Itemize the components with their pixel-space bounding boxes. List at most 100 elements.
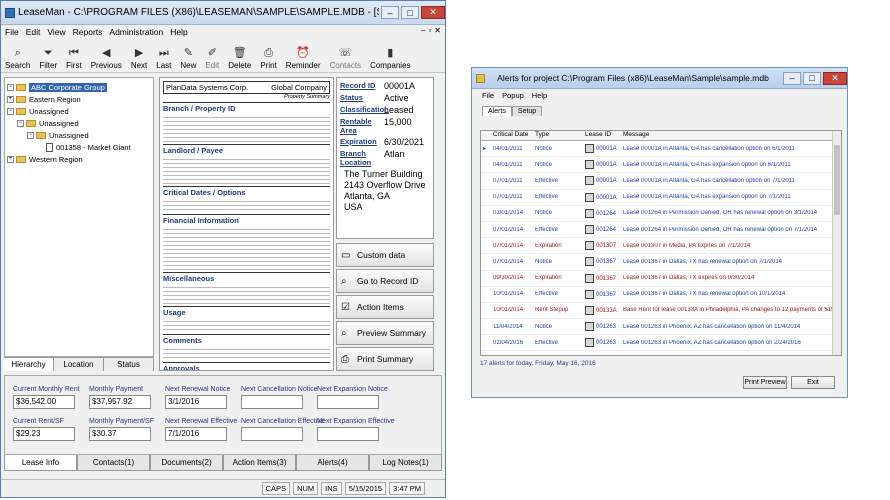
field-value-next-renewal-effective[interactable]: 7/1/2016 bbox=[165, 427, 227, 441]
table-row[interactable]: 11/04/2014 Notice 001263 Lease 001263 in Ph… bbox=[481, 319, 841, 336]
next-button[interactable]: ▶ Next bbox=[131, 46, 147, 70]
expand-icon[interactable]: − bbox=[7, 83, 14, 91]
contacts-button[interactable]: ☏ Contacts bbox=[329, 46, 361, 70]
tab-location[interactable]: Location bbox=[54, 358, 104, 371]
field-value-next-expansion-effective[interactable] bbox=[317, 427, 379, 441]
custom-data-button[interactable]: ▭ Custom data bbox=[336, 243, 434, 267]
menu-file[interactable]: File bbox=[5, 27, 19, 37]
menu-edit[interactable]: Edit bbox=[26, 27, 41, 37]
tab-lease-info[interactable]: Lease Info bbox=[4, 455, 77, 471]
table-row[interactable]: 10/01/2014 Effective 001367 Lease 001367 in… bbox=[481, 287, 841, 303]
preview-summary-button[interactable]: ⌕ Preview Summary bbox=[336, 321, 434, 345]
hierarchy-tree[interactable]: − ABC Corporate Group + Eastern Region − Unas… bbox=[4, 77, 154, 357]
tab-log-notes-1[interactable]: Log Notes(1) bbox=[369, 455, 442, 471]
table-row[interactable]: 07/01/2014 Effective 001264 Lease 001264 in… bbox=[481, 222, 841, 239]
alerts-menu-help[interactable]: Help bbox=[532, 91, 547, 100]
tab-status[interactable]: Status bbox=[104, 358, 154, 371]
print-summary-button[interactable]: ⎙ Print Summary bbox=[336, 347, 434, 371]
alerts-minimize-button[interactable]: – bbox=[783, 71, 801, 85]
mdi-minimize-icon[interactable]: – bbox=[421, 26, 425, 35]
mdi-close-icon[interactable]: ✕ bbox=[434, 26, 441, 35]
menu-help[interactable]: Help bbox=[170, 27, 187, 37]
alerts-tab-alerts[interactable]: Alerts bbox=[482, 106, 512, 116]
menu-reports[interactable]: Reports bbox=[73, 27, 103, 37]
tree-node[interactable]: − ABC Corporate Group bbox=[7, 81, 151, 93]
search-button[interactable]: ⌕ Search bbox=[5, 46, 30, 70]
alerts-close-button[interactable]: ✕ bbox=[823, 71, 847, 85]
field-value-next-renewal-notice[interactable]: 3/1/2016 bbox=[165, 395, 227, 409]
tree-node[interactable]: 001358 - Market Giant bbox=[7, 141, 151, 153]
table-row[interactable]: 03/01/2014 Notice 001264 Lease 001264 in Pe… bbox=[481, 206, 841, 222]
expand-icon[interactable]: − bbox=[7, 107, 14, 115]
field-value-current-rent-sf[interactable]: $29.23 bbox=[13, 427, 75, 441]
alerts-scrollbar[interactable] bbox=[832, 131, 841, 355]
branch-location-label[interactable]: Branch Location bbox=[340, 149, 384, 167]
first-button[interactable]: ⏮ First bbox=[66, 46, 82, 70]
table-row[interactable]: 04/01/2011 Notice 00001A Lease 00001A in At… bbox=[481, 157, 841, 174]
rentable-area-label[interactable]: Rentable Area bbox=[340, 117, 384, 135]
tree-node[interactable]: − Unassigned bbox=[7, 117, 151, 129]
table-row[interactable]: 09/30/2014 Expiration 001367 Lease 001367 i… bbox=[481, 271, 841, 287]
column-header-critical-date[interactable]: Critical Date bbox=[491, 131, 533, 140]
print-preview-button[interactable]: Print Preview bbox=[743, 376, 787, 389]
alerts-maximize-button[interactable]: □ bbox=[803, 71, 821, 85]
field-value-monthly-payment-sf[interactable]: $30.37 bbox=[89, 427, 151, 441]
column-header-message[interactable]: Message bbox=[621, 131, 841, 140]
expand-icon[interactable]: − bbox=[27, 131, 34, 139]
tree-node[interactable]: + Western Region bbox=[7, 153, 151, 165]
record-id-label[interactable]: Record ID bbox=[340, 81, 384, 91]
expiration-label[interactable]: Expiration bbox=[340, 137, 384, 147]
tree-node[interactable]: + Eastern Region bbox=[7, 93, 151, 105]
alerts-buttons: Print Preview Exit bbox=[743, 376, 835, 389]
expand-icon[interactable]: + bbox=[7, 155, 14, 163]
field-value-monthly-payment[interactable]: $37,957.92 bbox=[89, 395, 151, 409]
field-value-next-cancellation-notice[interactable] bbox=[241, 395, 303, 409]
mdi-restore-icon[interactable]: ▫ bbox=[428, 26, 431, 35]
exit-button[interactable]: Exit bbox=[791, 376, 835, 389]
print-button[interactable]: ⎙ Print bbox=[260, 46, 276, 70]
go-to-record-id-button[interactable]: ⌕ Go to Record ID bbox=[336, 269, 434, 293]
tab-action-items-3[interactable]: Action Items(3) bbox=[223, 455, 296, 471]
last-button[interactable]: ⏭ Last bbox=[156, 46, 171, 70]
previous-button[interactable]: ◀ Previous bbox=[91, 46, 122, 70]
action-items-button[interactable]: ☑ Action Items bbox=[336, 295, 434, 319]
tab-alerts-4[interactable]: Alerts(4) bbox=[296, 455, 369, 471]
table-row[interactable]: 07/01/2011 Effective 00001A Lease 00001A in… bbox=[481, 190, 841, 206]
table-row[interactable]: 07/01/2014 Notice 001367 Lease 001367 in Da… bbox=[481, 254, 841, 271]
tab-hierarchy[interactable]: Hierarchy bbox=[4, 358, 54, 371]
tab-documents-2[interactable]: Documents(2) bbox=[150, 455, 223, 471]
companies-button[interactable]: ▮ Companies bbox=[370, 46, 410, 70]
filter-button[interactable]: ⏷ Filter bbox=[39, 46, 57, 70]
alerts-menu-popup[interactable]: Popup bbox=[502, 91, 524, 100]
table-row[interactable]: 10/01/2014 Rent Stepup 00133A Base Rent for… bbox=[481, 303, 841, 320]
field-value-next-cancellation-effective[interactable] bbox=[241, 427, 303, 441]
table-row[interactable]: ▸ 04/01/2011 Notice 00001A Lease 00001A in A… bbox=[481, 141, 841, 158]
new-button[interactable]: ✎ New bbox=[180, 46, 196, 70]
table-row[interactable]: 03/02/2016Notice001284Lease 001284 in Se… bbox=[481, 351, 841, 355]
column-header-type[interactable]: Type bbox=[533, 131, 583, 140]
column-header-lease-id[interactable]: Lease ID bbox=[583, 131, 621, 140]
field-value-next-expansion-notice[interactable] bbox=[317, 395, 379, 409]
table-row[interactable]: 07/01/2011 Effective 00001A Lease 00001A in… bbox=[481, 173, 841, 190]
alerts-tab-setup[interactable]: Setup bbox=[511, 106, 543, 116]
status-label[interactable]: Status bbox=[340, 93, 384, 103]
edit-button[interactable]: ✐ Edit bbox=[205, 46, 219, 70]
table-row[interactable]: 07/01/2014 Expiration 001307 Lease 001307 i… bbox=[481, 238, 841, 255]
classification-label[interactable]: Classification bbox=[340, 105, 389, 115]
menu-administration[interactable]: Administration bbox=[109, 27, 163, 37]
alerts-menu-file[interactable]: File bbox=[482, 91, 494, 100]
tree-node[interactable]: − Unassigned bbox=[7, 129, 151, 141]
table-row[interactable]: 02/04/2016 Effective 001263 Lease 001263 in… bbox=[481, 335, 841, 352]
reminder-button[interactable]: ⏰ Reminder bbox=[286, 46, 321, 70]
expand-icon[interactable]: + bbox=[7, 95, 14, 103]
menu-view[interactable]: View bbox=[47, 27, 65, 37]
minimize-button[interactable]: – bbox=[381, 6, 399, 19]
tab-contacts-1[interactable]: Contacts(1) bbox=[77, 455, 150, 471]
scrollbar-thumb[interactable] bbox=[834, 145, 840, 215]
maximize-button[interactable]: □ bbox=[401, 6, 419, 19]
tree-node[interactable]: − Unassigned bbox=[7, 105, 151, 117]
delete-button[interactable]: 🗑 Delete bbox=[228, 46, 251, 70]
field-value-current-monthly-rent[interactable]: $36,542.00 bbox=[13, 395, 75, 409]
expand-icon[interactable]: − bbox=[17, 119, 24, 127]
close-button[interactable]: ✕ bbox=[421, 6, 445, 19]
